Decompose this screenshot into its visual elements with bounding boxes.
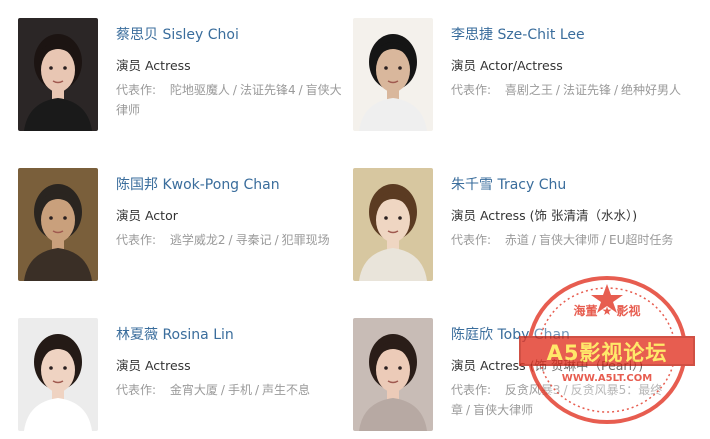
actor-works: 代表作: 喜剧之王 / 法证先锋 / 绝种好男人 [451, 80, 683, 100]
work-link[interactable]: 金宵大厦 [170, 383, 218, 397]
works-separator: / [613, 83, 618, 97]
work-link[interactable]: 绝种好男人 [621, 83, 681, 97]
portrait-image [353, 18, 433, 131]
work-link[interactable]: EU超时任务 [609, 233, 673, 247]
works-separator: / [232, 83, 237, 97]
works-separator: / [298, 83, 303, 97]
work-link[interactable]: 法证先锋 [563, 83, 611, 97]
stamp-top-text: 海董 ★ 影视 [573, 304, 641, 318]
actor-role: 演员 Actress [116, 58, 191, 73]
actor-role: 演员 Actor/Actress [451, 58, 563, 73]
actor-works: 代表作: 陀地驱魔人 / 法证先锋4/盲侠大律师 [116, 80, 348, 120]
portrait-image [18, 318, 98, 431]
works-label: 代表作: [116, 233, 157, 247]
actor-name-link[interactable]: 蔡思贝 Sisley Choi [116, 24, 239, 44]
actor-photo[interactable] [353, 18, 433, 131]
works-label: 代表作: [116, 83, 157, 97]
actor-name-link[interactable]: 林夏薇 Rosina Lin [116, 324, 234, 344]
work-link[interactable]: 犯罪现场 [282, 233, 330, 247]
actor-works: 代表作: 金宵大厦 / 手机 / 声生不息 [116, 380, 348, 400]
actor-photo[interactable] [18, 318, 98, 431]
works-separator: / [555, 83, 560, 97]
actor-name-link[interactable]: 李思捷 Sze-Chit Lee [451, 24, 585, 44]
actor-name-link[interactable]: 陈庭欣 Toby Chan [451, 324, 570, 344]
actor-works: 代表作: 赤道 / 盲侠大律师 / EU超时任务 [451, 230, 683, 250]
work-link[interactable]: 赤道 [505, 233, 529, 247]
actor-photo[interactable] [353, 168, 433, 281]
work-link[interactable]: 声生不息 [262, 383, 310, 397]
portrait-image [18, 18, 98, 131]
works-label: 代表作: [116, 383, 157, 397]
actor-photo[interactable] [18, 168, 98, 281]
actor-role: 演员 Actress (饰 贺琳中（Pearl）) [451, 358, 644, 373]
actor-role: 演员 Actor [116, 208, 178, 223]
works-label: 代表作: [451, 233, 492, 247]
portrait-image [18, 168, 98, 281]
work-link[interactable]: 盲侠大律师 [473, 403, 533, 417]
works-label: 代表作: [451, 383, 492, 397]
work-link[interactable]: 陀地驱魔人 [170, 83, 230, 97]
works-label: 代表作: [451, 83, 492, 97]
works-separator: / [228, 233, 233, 247]
actor-role: 演员 Actress (饰 张清清（水水）) [451, 208, 638, 223]
portrait-image [353, 168, 433, 281]
actor-role: 演员 Actress [116, 358, 191, 373]
actor-works: 代表作: 反贪风暴3/反贪风暴5：最终章 / 盲侠大律师 [451, 380, 683, 420]
actor-photo[interactable] [353, 318, 433, 431]
works-separator: / [274, 233, 279, 247]
works-separator: / [531, 233, 536, 247]
works-separator: / [220, 383, 225, 397]
actor-works: 代表作: 逃学威龙2/寻秦记 / 犯罪现场 [116, 230, 348, 250]
portrait-image [353, 318, 433, 431]
work-link[interactable]: 逃学威龙2 [170, 233, 226, 247]
actor-photo[interactable] [18, 18, 98, 131]
work-link[interactable]: 手机 [228, 383, 252, 397]
work-link[interactable]: 法证先锋4 [240, 83, 296, 97]
works-separator: / [563, 383, 568, 397]
actor-name-link[interactable]: 朱千雪 Tracy Chu [451, 174, 566, 194]
works-separator: / [254, 383, 259, 397]
actor-name-link[interactable]: 陈国邦 Kwok-Pong Chan [116, 174, 280, 194]
works-separator: / [466, 403, 471, 417]
works-separator: / [601, 233, 606, 247]
work-link[interactable]: 寻秦记 [236, 233, 272, 247]
work-link[interactable]: 反贪风暴3 [505, 383, 561, 397]
work-link[interactable]: 喜剧之王 [505, 83, 553, 97]
work-link[interactable]: 盲侠大律师 [539, 233, 599, 247]
